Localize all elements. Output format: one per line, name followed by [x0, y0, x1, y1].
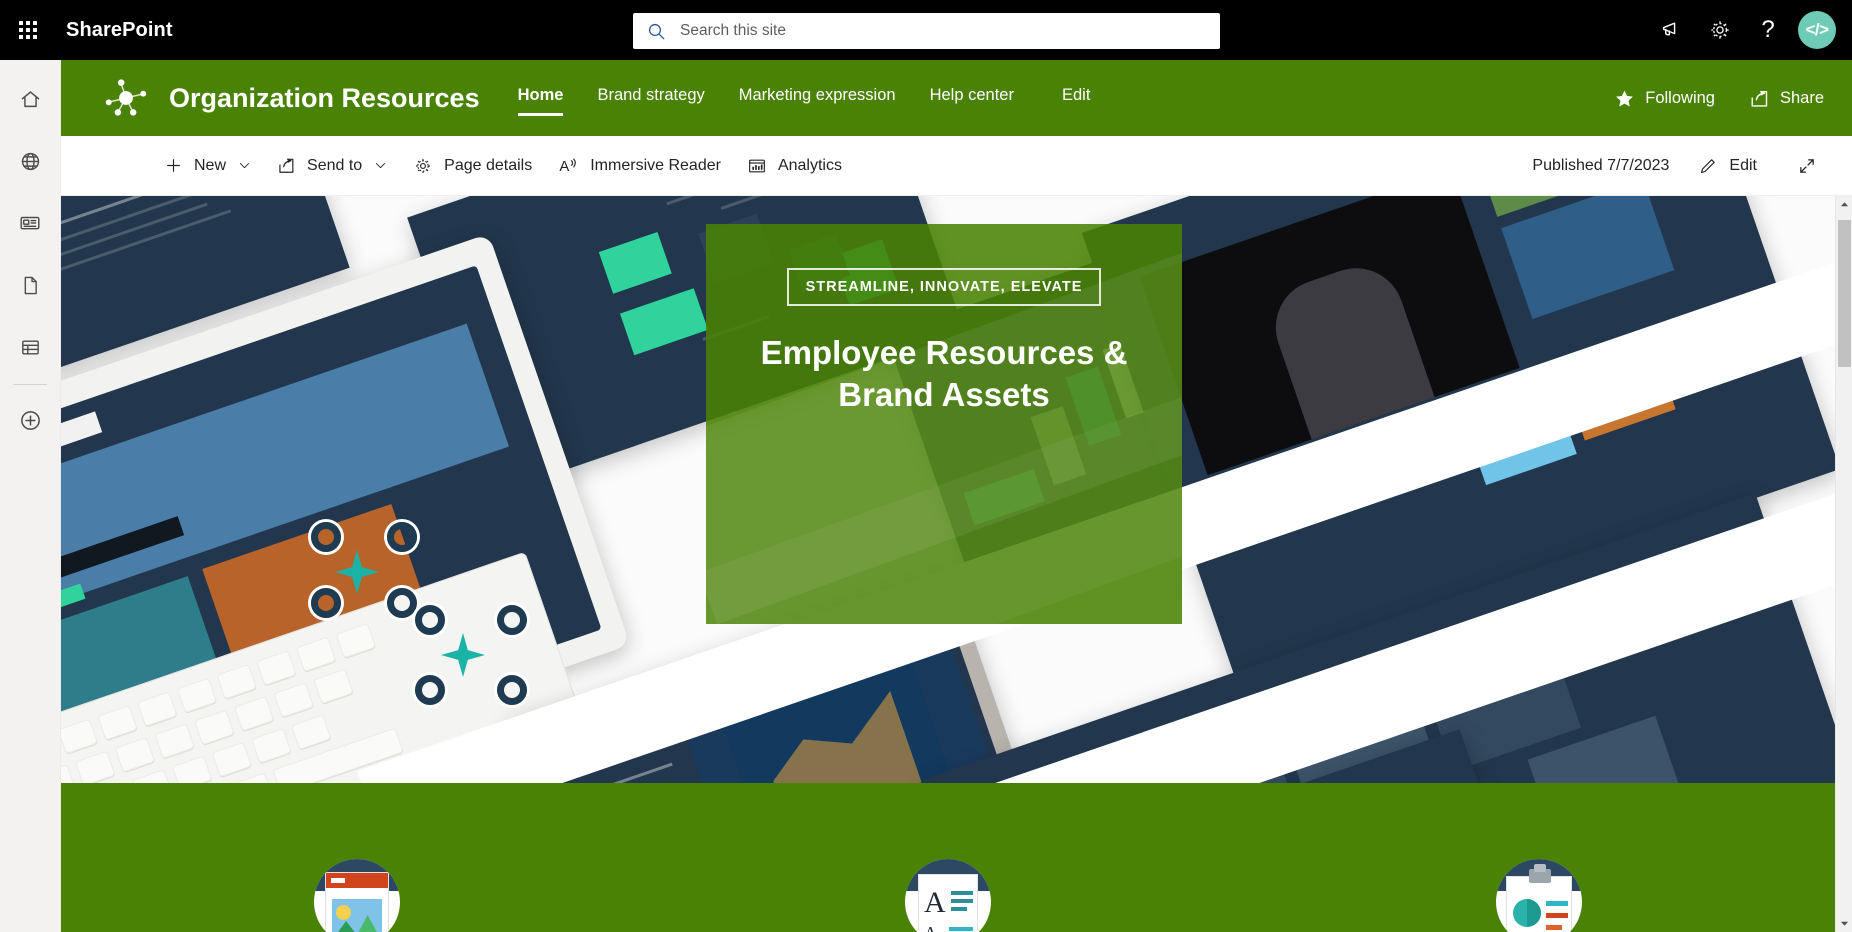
card-report-clipboard[interactable] — [1480, 859, 1598, 932]
nav-item-brand-strategy[interactable]: Brand strategy — [597, 85, 704, 110]
page-details-button[interactable]: Page details — [402, 144, 543, 188]
search-box[interactable] — [633, 13, 1220, 49]
send-to-button[interactable]: Send to — [266, 144, 398, 188]
send-to-label: Send to — [307, 156, 363, 174]
send-to-icon — [277, 156, 296, 175]
analytics-label: Analytics — [777, 156, 842, 174]
chevron-down-icon — [238, 159, 251, 172]
site-title[interactable]: Organization Resources — [169, 83, 480, 114]
typography-document-icon: A A — [904, 859, 991, 932]
app-launcher-button[interactable] — [0, 0, 56, 60]
analytics-icon — [747, 156, 767, 176]
cards-row: A A — [61, 859, 1835, 932]
suite-brand-sharepoint[interactable]: SharePoint — [66, 19, 173, 42]
svg-text:A: A — [560, 159, 570, 175]
site-navigation: Home Brand strategy Marketing expression… — [517, 60, 1125, 136]
edit-label: Edit — [1729, 157, 1757, 174]
fullscreen-button[interactable] — [1786, 144, 1828, 188]
page-canvas: STREAMLINE, INNOVATE, ELEVATE Employee R… — [61, 196, 1835, 932]
nav-item-marketing-expression[interactable]: Marketing expression — [739, 85, 896, 110]
share-label: Share — [1779, 88, 1824, 107]
new-button[interactable]: New — [153, 144, 262, 188]
following-button[interactable]: Following — [1614, 88, 1715, 109]
command-bar: New Send to Page details A Immersive Rea… — [61, 136, 1852, 196]
site-header: Organization Resources Home Brand strate… — [61, 60, 1852, 136]
expand-arrows-icon — [1797, 156, 1817, 176]
settings-button[interactable] — [1696, 0, 1744, 60]
rail-item-globe[interactable] — [0, 130, 61, 192]
avatar[interactable]: </> — [1798, 11, 1836, 49]
left-rail — [0, 60, 61, 932]
card-typography-document[interactable]: A A — [889, 859, 1007, 932]
rail-item-file[interactable] — [0, 254, 61, 316]
plus-icon — [164, 156, 183, 175]
news-icon — [20, 216, 40, 230]
new-label: New — [194, 156, 227, 174]
analytics-button[interactable]: Analytics — [736, 144, 853, 188]
rail-item-create[interactable] — [0, 389, 61, 451]
immersive-reader-icon: A — [558, 155, 579, 176]
lists-icon — [21, 339, 39, 355]
chevron-up-icon — [1840, 202, 1849, 207]
immersive-reader-button[interactable]: A Immersive Reader — [547, 144, 732, 188]
file-icon — [24, 276, 37, 294]
chevron-down-icon — [1840, 921, 1849, 926]
globe-icon — [21, 152, 39, 170]
nav-edit-button[interactable]: Edit — [1062, 85, 1090, 110]
site-header-actions: Following Share — [1580, 60, 1824, 136]
star-icon — [1616, 89, 1634, 107]
page-details-label: Page details — [444, 156, 533, 174]
waffle-icon — [19, 21, 37, 39]
chevron-down-icon — [374, 159, 387, 172]
scrollbar-thumb[interactable] — [1838, 220, 1851, 367]
hero-banner[interactable]: STREAMLINE, INNOVATE, ELEVATE Employee R… — [61, 196, 1835, 783]
image-document-icon — [313, 859, 400, 932]
edit-page-button[interactable]: Edit — [1687, 144, 1768, 188]
report-clipboard-icon — [1496, 859, 1583, 932]
search-input[interactable] — [680, 22, 1206, 40]
gear-icon — [413, 156, 433, 176]
nav-item-home[interactable]: Home — [517, 85, 563, 117]
search-icon — [648, 23, 665, 39]
suite-bar: SharePoint ? </> — [0, 0, 1852, 60]
share-icon — [1751, 90, 1768, 107]
rail-divider — [13, 384, 47, 385]
plus-circle-icon — [20, 410, 40, 430]
help-button[interactable]: ? — [1744, 0, 1792, 60]
rail-item-home[interactable] — [0, 68, 61, 130]
published-status: Published 7/7/2023 — [1532, 157, 1670, 174]
megaphone-icon — [1662, 22, 1675, 35]
hero-overlay-card: STREAMLINE, INNOVATE, ELEVATE Employee R… — [706, 224, 1182, 624]
suite-bar-actions: ? </> — [1648, 0, 1852, 60]
following-label: Following — [1645, 88, 1715, 107]
megaphone-button[interactable] — [1648, 0, 1696, 60]
command-bar-right: Published 7/7/2023 Edit — [1532, 136, 1828, 196]
scroll-up-button[interactable] — [1836, 196, 1852, 213]
rail-item-news[interactable] — [0, 192, 61, 254]
pencil-icon — [1698, 156, 1718, 176]
card-image-document[interactable] — [298, 859, 416, 932]
immersive-reader-label: Immersive Reader — [590, 156, 721, 174]
nav-item-help-center[interactable]: Help center — [930, 85, 1014, 110]
green-cards-section: A A — [61, 783, 1835, 932]
question-mark-icon: ? — [1761, 16, 1775, 43]
hero-title: Employee Resources & Brand Assets — [760, 334, 1128, 414]
gear-icon — [1711, 21, 1729, 39]
rail-item-lists[interactable] — [0, 316, 61, 378]
site-logo-network-nodes-icon[interactable] — [103, 75, 149, 121]
vertical-scrollbar[interactable] — [1835, 196, 1852, 932]
hero-tagline: STREAMLINE, INNOVATE, ELEVATE — [786, 268, 1102, 306]
home-icon — [21, 90, 39, 107]
scroll-down-button[interactable] — [1836, 915, 1852, 932]
share-button[interactable]: Share — [1749, 88, 1824, 109]
